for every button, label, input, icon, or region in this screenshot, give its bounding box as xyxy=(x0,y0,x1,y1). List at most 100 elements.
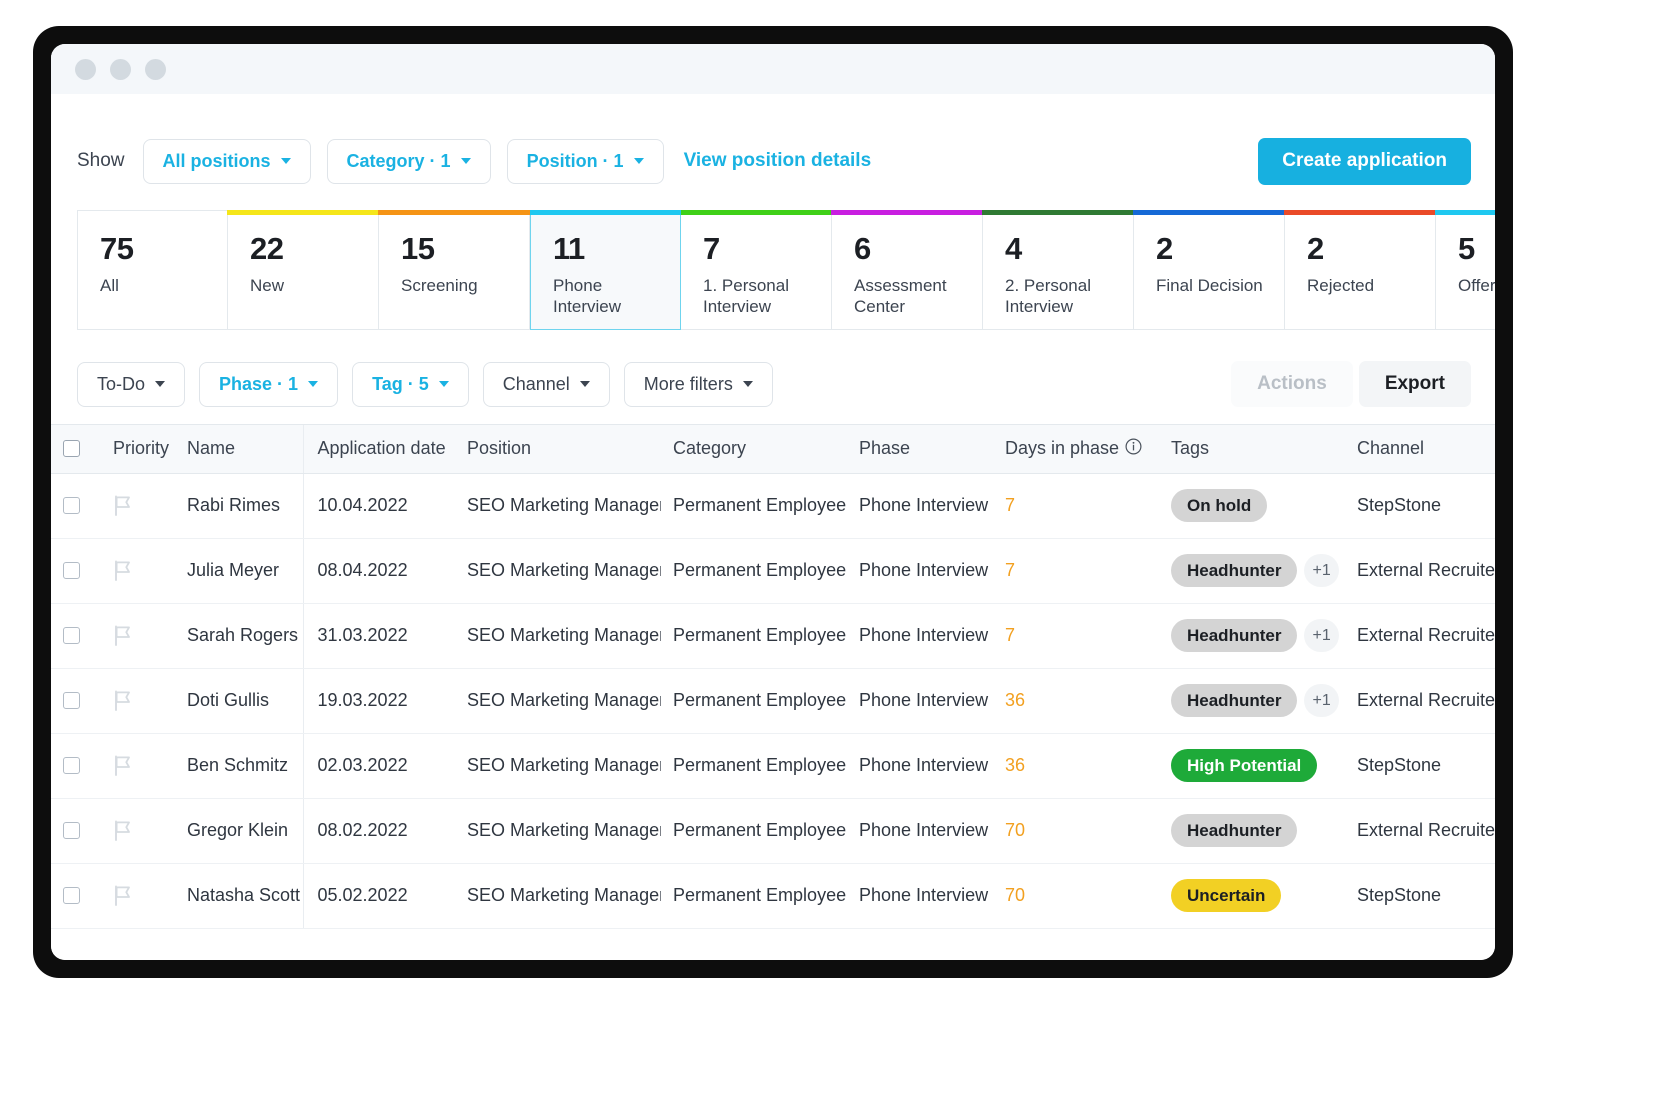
device-frame: Show All positions Category · 1 Position… xyxy=(33,26,1513,978)
row-checkbox[interactable] xyxy=(63,497,80,514)
priority-flag-icon[interactable] xyxy=(113,625,175,646)
table-row[interactable]: Doti Gullis 19.03.2022 SEO Marketing Manag… xyxy=(51,668,1495,734)
column-header-application-date[interactable]: Application date xyxy=(302,425,455,474)
days-in-phase-value: 70 xyxy=(1005,820,1026,840)
window-maximize-dot[interactable] xyxy=(145,58,166,80)
row-name-cell[interactable]: Rabi Rimes xyxy=(175,473,303,539)
view-position-details-link[interactable]: View position details xyxy=(684,150,872,172)
select-all-header xyxy=(51,425,101,474)
row-name-cell[interactable]: Julia Meyer xyxy=(175,538,303,604)
row-tags-cell: Headhunter +1 xyxy=(1159,538,1345,604)
row-phase-cell: Phone Interview xyxy=(847,538,993,604)
table-row[interactable]: Julia Meyer 08.04.2022 SEO Marketing Manag… xyxy=(51,538,1495,604)
status-badge[interactable]: Headhunter xyxy=(1171,619,1298,652)
stage-color-bar xyxy=(227,210,379,215)
stage-card-2-personal-interview[interactable]: 4 2. Personal Interview xyxy=(982,210,1134,330)
export-button[interactable]: Export xyxy=(1358,361,1471,407)
row-position-cell: SEO Marketing Manager xyxy=(455,603,661,669)
stage-card-final-decision[interactable]: 2 Final Decision xyxy=(1133,210,1285,330)
filter-position[interactable]: Position · 1 xyxy=(506,138,664,184)
status-badge[interactable]: Headhunter xyxy=(1171,554,1298,587)
row-checkbox[interactable] xyxy=(63,822,80,839)
row-checkbox[interactable] xyxy=(63,562,80,579)
stage-count: 2 xyxy=(1156,231,1173,266)
priority-flag-icon[interactable] xyxy=(113,820,175,841)
column-header-phase[interactable]: Phase xyxy=(847,425,993,474)
row-select-cell xyxy=(51,863,101,929)
row-priority-cell xyxy=(101,668,175,734)
row-checkbox[interactable] xyxy=(63,757,80,774)
filter-position-label: Position · 1 xyxy=(526,150,624,171)
stage-label: All xyxy=(100,276,119,295)
stage-card-rejected[interactable]: 2 Rejected xyxy=(1284,210,1436,330)
row-name-cell[interactable]: Gregor Klein xyxy=(175,798,303,864)
status-badge[interactable]: Uncertain xyxy=(1171,879,1282,912)
column-header-name[interactable]: Name xyxy=(175,425,303,474)
priority-flag-icon[interactable] xyxy=(113,885,175,906)
days-in-phase-value: 7 xyxy=(1005,560,1016,580)
filter-category[interactable]: Category · 1 xyxy=(326,138,491,184)
status-badge[interactable]: Headhunter xyxy=(1171,684,1298,717)
status-badge[interactable]: Headhunter xyxy=(1171,814,1298,847)
row-days-in-phase-cell: 7 xyxy=(993,538,1159,604)
window-close-dot[interactable] xyxy=(75,58,96,80)
column-header-position[interactable]: Position xyxy=(455,425,661,474)
priority-flag-icon[interactable] xyxy=(113,755,175,776)
row-tags-cell: On hold xyxy=(1159,473,1345,539)
table-row[interactable]: Gregor Klein 08.02.2022 SEO Marketing Mana… xyxy=(51,798,1495,864)
row-name-cell[interactable]: Sarah Rogers xyxy=(175,603,303,669)
select-all-checkbox[interactable] xyxy=(63,440,80,458)
priority-flag-icon[interactable] xyxy=(113,495,175,516)
window-minimize-dot[interactable] xyxy=(110,58,131,80)
priority-flag-icon[interactable] xyxy=(113,690,175,711)
tag-overflow-badge[interactable]: +1 xyxy=(1304,619,1339,652)
row-checkbox[interactable] xyxy=(63,692,80,709)
filter-phase[interactable]: Phase · 1 xyxy=(199,361,339,407)
stage-card-1-personal-interview[interactable]: 7 1. Personal Interview xyxy=(680,210,832,330)
stage-cards-scroller[interactable]: 75 All 22 New 15 Screening 11 Phone Interview 7 1… xyxy=(51,210,1495,334)
table-row[interactable]: Ben Schmitz 02.03.2022 SEO Marketing Manag… xyxy=(51,733,1495,799)
applications-table-scroller[interactable]: Priority Name Application date Position … xyxy=(51,424,1495,929)
status-badge[interactable]: High Potential xyxy=(1171,749,1318,782)
column-header-priority[interactable]: Priority xyxy=(101,425,175,474)
row-channel-cell: StepStone xyxy=(1345,473,1495,539)
filter-more-filters[interactable]: More filters xyxy=(623,361,773,407)
row-application-date-cell: 05.02.2022 xyxy=(302,863,455,929)
create-application-button[interactable]: Create application xyxy=(1258,137,1471,185)
stage-card-screening[interactable]: 15 Screening xyxy=(378,210,530,330)
filter-all-positions[interactable]: All positions xyxy=(142,138,311,184)
column-header-days-in-phase[interactable]: Days in phase xyxy=(993,425,1159,474)
column-header-channel[interactable]: Channel xyxy=(1345,425,1495,474)
chevron-down-icon xyxy=(438,381,449,387)
filter-tag[interactable]: Tag · 5 xyxy=(352,361,469,407)
info-icon[interactable] xyxy=(1125,438,1142,460)
row-name-cell[interactable]: Ben Schmitz xyxy=(175,733,303,799)
filter-todo[interactable]: To-Do xyxy=(77,361,186,407)
stage-card-assessment-center[interactable]: 6 Assessment Center xyxy=(831,210,983,330)
tag-overflow-badge[interactable]: +1 xyxy=(1304,554,1339,587)
row-checkbox[interactable] xyxy=(63,627,80,644)
tag-overflow-badge[interactable]: +1 xyxy=(1304,684,1339,717)
table-row[interactable]: Natasha Scott 05.02.2022 SEO Marketing Man… xyxy=(51,863,1495,929)
filter-all-positions-label: All positions xyxy=(162,150,271,171)
row-select-cell xyxy=(51,473,101,539)
status-badge[interactable]: On hold xyxy=(1171,489,1268,522)
filter-channel[interactable]: Channel xyxy=(482,361,610,407)
stage-card-phone-interview[interactable]: 11 Phone Interview xyxy=(530,210,681,330)
row-checkbox[interactable] xyxy=(63,887,80,904)
column-header-tags[interactable]: Tags xyxy=(1159,425,1345,474)
stage-card-all[interactable]: 75 All xyxy=(77,210,228,330)
stage-count: 4 xyxy=(1005,231,1022,266)
row-name-cell[interactable]: Natasha Scott xyxy=(175,863,303,929)
days-in-phase-value: 7 xyxy=(1005,625,1016,645)
priority-flag-icon[interactable] xyxy=(113,560,175,581)
column-header-category[interactable]: Category xyxy=(661,425,847,474)
table-row[interactable]: Rabi Rimes 10.04.2022 SEO Marketing Manage… xyxy=(51,473,1495,539)
table-row[interactable]: Sarah Rogers 31.03.2022 SEO Marketing Mana… xyxy=(51,603,1495,669)
stage-card-new[interactable]: 22 New xyxy=(227,210,379,330)
row-name-cell[interactable]: Doti Gullis xyxy=(175,668,303,734)
actions-button[interactable]: Actions xyxy=(1231,361,1353,407)
filter-more-filters-label: More filters xyxy=(643,373,733,394)
stage-card-offer[interactable]: 5 Offer xyxy=(1435,210,1495,330)
stage-cards: 75 All 22 New 15 Screening 11 Phone Interview 7 1… xyxy=(77,210,1495,330)
